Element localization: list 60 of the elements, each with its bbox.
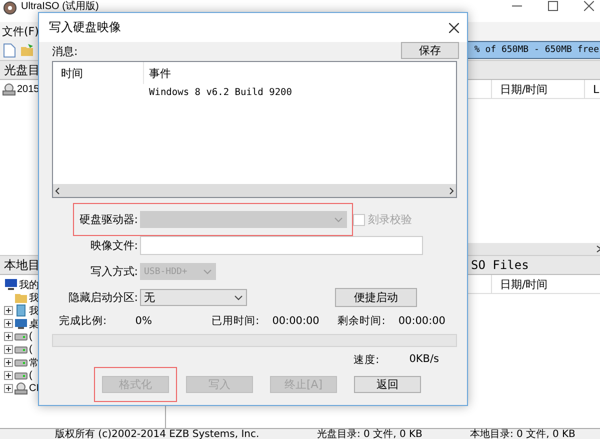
tree-item[interactable]: ( bbox=[29, 344, 32, 355]
cd-drive-icon bbox=[14, 382, 28, 395]
checkbox-label: 刻录校验 bbox=[368, 212, 412, 227]
column-header[interactable]: 时间 bbox=[53, 62, 144, 84]
speed-value: 0KB/s bbox=[409, 353, 439, 367]
speed-label: 速度: bbox=[354, 353, 380, 367]
messages-label: 消息: bbox=[52, 44, 78, 59]
tree-item[interactable]: 我 bbox=[29, 304, 39, 318]
chevron-down-icon bbox=[234, 294, 243, 300]
expand-icon[interactable] bbox=[4, 345, 13, 354]
field-label: 隐藏启动分区: bbox=[67, 290, 139, 305]
column-header[interactable]: 日期/时间 bbox=[491, 80, 584, 98]
expand-icon[interactable] bbox=[4, 384, 13, 393]
monitor-icon bbox=[14, 317, 28, 330]
maximize-icon[interactable] bbox=[548, 1, 558, 11]
close-icon[interactable] bbox=[584, 1, 594, 11]
document-icon bbox=[14, 304, 28, 317]
expand-icon[interactable] bbox=[4, 332, 13, 341]
column-header[interactable]: L bbox=[584, 80, 600, 98]
stat-label: 已用时间: bbox=[212, 314, 260, 328]
stat-label: 剩余时间: bbox=[338, 314, 386, 328]
cd-drive-icon bbox=[2, 83, 16, 96]
column-header[interactable]: 日期/时间 bbox=[491, 275, 580, 293]
dialog-button[interactable]: 返回 bbox=[354, 376, 421, 393]
status-text: 本地目录: 0 文件, 0 KB bbox=[470, 429, 576, 439]
tree-item[interactable]: 桌 bbox=[29, 316, 39, 330]
input-field[interactable] bbox=[140, 236, 423, 255]
close-icon[interactable] bbox=[449, 22, 459, 32]
expand-icon[interactable] bbox=[4, 306, 13, 315]
tree-item[interactable]: 常 bbox=[29, 356, 39, 370]
new-file-icon[interactable] bbox=[3, 42, 16, 58]
chevron-down-icon bbox=[203, 268, 212, 274]
computer-icon bbox=[4, 278, 18, 291]
folder-icon bbox=[14, 291, 28, 304]
dropdown[interactable]: 无 bbox=[140, 289, 247, 306]
stat-value: 00:00:00 bbox=[272, 315, 320, 327]
expand-icon[interactable] bbox=[4, 371, 13, 380]
quick-boot-button[interactable]: 便捷启动 bbox=[335, 288, 417, 307]
tree-item[interactable]: 我的 bbox=[19, 278, 39, 292]
open-folder-icon[interactable] bbox=[20, 43, 35, 57]
expand-icon[interactable] bbox=[4, 358, 13, 367]
field-label: 硬盘驱动器: bbox=[78, 212, 139, 227]
menu-item[interactable]: 文件(F) bbox=[2, 24, 39, 38]
chevron-down-icon bbox=[334, 216, 343, 222]
tree-item[interactable]: CI bbox=[29, 383, 39, 394]
field-label: 映像文件: bbox=[89, 238, 139, 253]
dialog-title: 写入硬盘映像 bbox=[49, 19, 121, 36]
window-title: UltraISO (试用版) bbox=[21, 1, 99, 12]
stat-value: 00:00:00 bbox=[398, 315, 446, 327]
tree-item[interactable]: 2015 bbox=[17, 84, 40, 95]
tree-item[interactable]: ( bbox=[29, 370, 32, 381]
log-cell-text: Windows 8 v6.2 Build 9200 bbox=[148, 86, 292, 98]
stat-label: 完成比例: bbox=[59, 314, 108, 328]
tree-item[interactable]: ( bbox=[29, 331, 32, 342]
expand-icon[interactable] bbox=[4, 319, 13, 328]
status-text: 光盘目录: 0 文件, 0 KB bbox=[317, 429, 424, 439]
status-text: 版权所有 (c)2002-2014 EZB Systems, Inc. bbox=[54, 429, 260, 439]
tree-item[interactable]: 我 bbox=[29, 290, 39, 304]
save-button[interactable]: 保存 bbox=[401, 42, 459, 59]
stat-value: 0% bbox=[135, 315, 153, 327]
